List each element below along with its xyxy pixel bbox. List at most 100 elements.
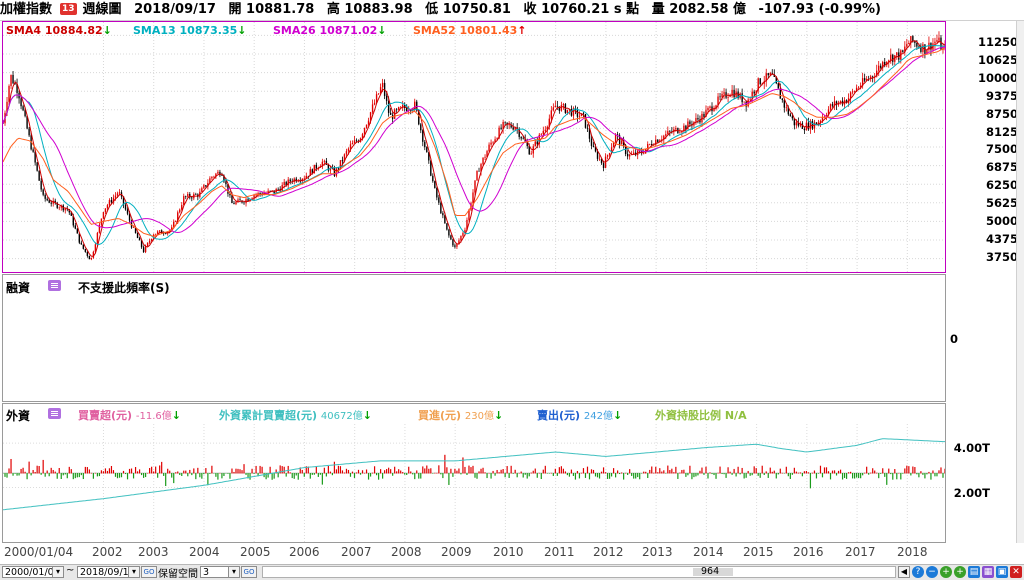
go-button[interactable]: GO <box>141 566 157 578</box>
net-buy-bar <box>181 473 183 477</box>
x-tick: 2005 <box>240 545 271 559</box>
net-buy-bar <box>363 472 366 474</box>
net-buy-bar <box>446 467 448 474</box>
candle-body <box>916 42 918 47</box>
net-buy-bar <box>235 468 237 474</box>
net-buy-bar <box>151 466 153 474</box>
vertical-scrollbar[interactable] <box>1016 21 1024 543</box>
close-icon[interactable]: ✕ <box>1010 566 1022 578</box>
candle-body <box>136 233 139 239</box>
candle-body <box>709 106 711 108</box>
price-panel[interactable]: SMA4 10884.82↓ SMA13 10873.35↓ SMA26 108… <box>2 21 946 273</box>
net-buy-bar <box>532 470 534 474</box>
net-buy-bar <box>394 466 396 474</box>
x-tick: 2014 <box>693 545 724 559</box>
net-buy-bar <box>410 471 412 474</box>
window-icon[interactable]: ▣ <box>996 566 1008 578</box>
net-buy-bar <box>641 473 643 474</box>
net-buy-bar <box>755 468 757 474</box>
horizontal-scrollbar[interactable]: 964 <box>262 566 896 578</box>
net-buy-bar <box>138 469 141 474</box>
candle-body <box>86 251 89 256</box>
candle-body <box>110 200 113 203</box>
net-buy-bar <box>175 472 177 474</box>
candle-body <box>106 205 109 209</box>
net-buy-bar <box>669 470 671 474</box>
net-buy-bar <box>926 473 928 475</box>
net-buy-bar <box>458 468 460 474</box>
y-tick: 8125 <box>985 125 1018 139</box>
x-tick: 2013 <box>642 545 673 559</box>
list-icon[interactable] <box>48 280 61 291</box>
candle-body <box>938 37 940 41</box>
net-buy-bar <box>528 473 530 477</box>
net-buy-bar <box>349 473 352 477</box>
net-buy-bar <box>833 470 836 474</box>
candle-body <box>124 204 127 210</box>
net-buy-bar <box>761 465 763 474</box>
net-buy-bar <box>18 473 20 476</box>
add-icon[interactable]: + <box>954 566 966 578</box>
keep-space-input[interactable]: 3 <box>200 566 230 578</box>
help-icon[interactable]: ? <box>912 566 924 578</box>
candle-body <box>36 162 38 171</box>
net-buy-bar <box>145 473 147 478</box>
net-buy-bar <box>829 473 832 480</box>
candle-body <box>84 248 87 252</box>
net-buy-bar <box>506 466 508 474</box>
cumulative-legend: 外資累計買賣超(元) 40672億↓ <box>219 409 372 422</box>
net-buy-bar <box>789 473 791 479</box>
foreign-panel[interactable]: 外資 買賣超(元) -11.6億↓ 外資累計買賣超(元) 40672億↓ 買進(… <box>2 403 946 543</box>
end-date-dropdown-icon[interactable]: ▾ <box>128 566 140 578</box>
scroll-left-icon[interactable]: ◀ <box>898 566 910 578</box>
net-buy-bar <box>771 471 773 474</box>
net-buy-bar <box>763 473 765 476</box>
net-buy-bar <box>703 473 705 475</box>
net-buy-bar <box>787 473 789 477</box>
go-button-2[interactable]: GO <box>241 566 257 578</box>
zoom-in-icon[interactable]: + <box>940 566 952 578</box>
net-buy-bar <box>512 473 514 474</box>
net-buy-bar <box>629 469 631 474</box>
settings-icon[interactable]: ▦ <box>982 566 994 578</box>
net-buy-bar <box>24 471 26 474</box>
low-label: 低 10750.81 <box>425 2 511 17</box>
net-buy-bar <box>691 473 693 480</box>
chart-type-icon[interactable]: ▤ <box>968 566 980 578</box>
candle-body <box>741 93 743 103</box>
net-buy-bar <box>480 468 482 474</box>
net-buy-bar <box>807 472 810 474</box>
period-label[interactable]: 週線圖 <box>83 2 122 17</box>
start-date-dropdown-icon[interactable]: ▾ <box>52 566 64 578</box>
net-buy-bar <box>667 465 669 474</box>
net-buy-bar <box>249 473 251 480</box>
net-buy-bar <box>472 465 474 474</box>
net-buy-bar <box>396 471 398 474</box>
keep-space-dropdown-icon[interactable]: ▾ <box>228 566 240 578</box>
net-buy-bar <box>434 472 436 474</box>
candle-body <box>863 78 866 81</box>
net-buy-bar <box>779 468 781 474</box>
net-buy-bar <box>460 473 462 475</box>
net-buy-bar <box>297 473 299 480</box>
net-buy-bar <box>534 468 536 474</box>
net-buy-bar <box>653 472 655 474</box>
net-buy-bar <box>187 473 189 477</box>
candle-body <box>397 107 400 110</box>
index-name[interactable]: 加權指數 <box>0 2 52 17</box>
candle-body <box>399 106 402 108</box>
list-icon[interactable] <box>48 408 61 419</box>
margin-panel[interactable]: 融資 不支援此頻率(S) <box>2 274 946 402</box>
candle-body <box>187 194 189 197</box>
net-buy-bar <box>574 473 577 480</box>
net-buy-bar <box>643 471 645 474</box>
net-buy-bar <box>815 473 818 479</box>
net-buy-bar <box>193 468 195 474</box>
x-tick-first: 2000/01/04 <box>4 545 74 559</box>
net-buy-bar <box>30 473 32 476</box>
net-buy-bar <box>811 472 814 474</box>
net-buy-bar <box>888 468 890 474</box>
zoom-out-icon[interactable]: − <box>926 566 938 578</box>
candle-body <box>102 212 105 219</box>
candle-body <box>484 156 486 158</box>
